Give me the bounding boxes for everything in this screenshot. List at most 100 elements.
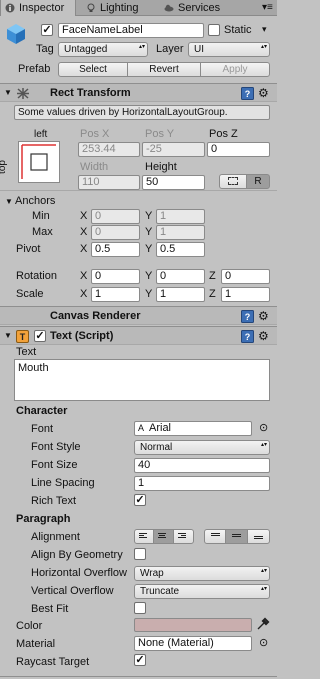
help-book-icon[interactable]: ? (241, 330, 254, 343)
font-field[interactable]: A Arial (134, 421, 252, 436)
rotation-label: Rotation (16, 270, 57, 282)
align-center-button[interactable] (154, 530, 174, 543)
gear-icon[interactable]: ⚙ (258, 86, 269, 100)
blueprint-mode-button[interactable] (219, 174, 247, 189)
prefab-apply-button[interactable]: Apply (200, 62, 270, 77)
eyedropper-icon[interactable] (256, 617, 270, 631)
tab-services[interactable]: Services (160, 0, 240, 16)
rotation-x-axis: X (80, 270, 88, 282)
rotation-y-axis: Y (145, 270, 153, 282)
text-component-icon: T (16, 330, 29, 343)
object-picker-icon[interactable]: ⊙ (259, 636, 268, 649)
anchor-presets-button[interactable] (18, 141, 60, 183)
font-asset-icon: A (138, 423, 145, 433)
object-name-input[interactable]: FaceNameLabel (58, 23, 204, 38)
rotation-x-field[interactable]: 0 (91, 269, 140, 284)
tab-inspector[interactable]: Inspector (0, 0, 76, 16)
scale-z-field[interactable]: 1 (221, 287, 270, 302)
gear-icon[interactable]: ⚙ (258, 309, 269, 323)
rotation-z-field[interactable]: 0 (221, 269, 270, 284)
tag-dropdown[interactable]: Untagged (58, 42, 148, 57)
anchors-foldout-icon[interactable]: ▼ (5, 197, 13, 206)
driven-note: Some values driven by HorizontalLayoutGr… (14, 105, 270, 120)
prefab-select-button[interactable]: Select (58, 62, 128, 77)
font-size-field[interactable]: 40 (134, 458, 270, 473)
pos-y-field[interactable]: -25 (142, 142, 205, 157)
rich-text-checkbox[interactable]: ✓ (134, 494, 146, 506)
canvas-renderer-header[interactable]: Canvas Renderer ? ⚙ (0, 306, 277, 325)
font-style-dropdown[interactable]: Normal (134, 440, 270, 455)
best-fit-checkbox[interactable] (134, 602, 146, 614)
anchor-min-y-field[interactable]: 1 (156, 209, 205, 224)
static-dropdown-icon[interactable]: ▾ (262, 22, 267, 36)
min-y-axis: Y (145, 210, 153, 222)
font-value: Arial (149, 422, 172, 434)
scale-y-field[interactable]: 1 (156, 287, 205, 302)
raycast-target-label: Raycast Target (16, 656, 90, 668)
tab-bar: Inspector Lighting Services ▾≡ (0, 0, 277, 16)
max-x-axis: X (80, 226, 88, 238)
lighting-icon (87, 3, 95, 12)
raycast-target-checkbox[interactable]: ✓ (134, 654, 146, 666)
scale-x-field[interactable]: 1 (91, 287, 140, 302)
prefab-revert-button[interactable]: Revert (127, 62, 201, 77)
rotation-y-field[interactable]: 0 (156, 269, 205, 284)
pos-x-field[interactable]: 253.44 (78, 142, 140, 157)
tab-lighting[interactable]: Lighting (82, 0, 158, 16)
material-field[interactable]: None (Material) (134, 636, 252, 651)
info-icon (5, 3, 15, 13)
text-content-area[interactable]: Mouth (14, 359, 270, 401)
anchor-max-y-field[interactable]: 1 (156, 225, 205, 240)
horizontal-overflow-dropdown[interactable]: Wrap (134, 566, 270, 581)
font-label: Font (31, 423, 54, 435)
active-checkbox[interactable]: ✓ (41, 24, 53, 36)
material-label: Material (16, 638, 56, 650)
svg-text:?: ? (245, 312, 251, 322)
width-field[interactable]: 110 (78, 175, 140, 190)
pos-y-label: Pos Y (145, 128, 175, 140)
alignment-label: Alignment (31, 531, 80, 543)
rect-transform-header[interactable]: ▼ Rect Transform ? ⚙ (0, 83, 277, 102)
scale-z-axis: Z (209, 288, 216, 300)
tab-menu-icon[interactable]: ▾≡ (262, 3, 274, 13)
rich-text-label: Rich Text (31, 495, 77, 507)
rect-transform-icon (17, 88, 29, 99)
horizontal-alignment-group[interactable] (134, 529, 194, 544)
horizontal-overflow-label: Horizontal Overflow (31, 567, 127, 579)
vertical-overflow-dropdown[interactable]: Truncate (134, 584, 270, 599)
raw-edit-button[interactable]: R (246, 174, 270, 189)
foldout-arrow-icon[interactable]: ▼ (4, 88, 12, 97)
align-bottom-button[interactable] (248, 530, 269, 543)
align-top-button[interactable] (205, 530, 227, 543)
pos-z-field[interactable]: 0 (207, 142, 270, 157)
foldout-arrow-icon[interactable]: ▼ (4, 331, 12, 340)
layer-dropdown[interactable]: UI (188, 42, 270, 57)
text-enabled-checkbox[interactable]: ✓ (34, 330, 46, 342)
anchor-max-label: Max (32, 226, 53, 238)
help-book-icon[interactable]: ? (241, 310, 254, 323)
height-field[interactable]: 50 (142, 175, 205, 190)
pivot-x-field[interactable]: 0.5 (91, 242, 140, 257)
pivot-x-axis: X (80, 243, 88, 255)
align-left-button[interactable] (135, 530, 155, 543)
paragraph-section-label: Paragraph (16, 513, 71, 525)
line-spacing-label: Line Spacing (31, 477, 95, 489)
tab-inspector-label: Inspector (19, 2, 65, 14)
align-middle-button[interactable] (226, 530, 248, 543)
pivot-y-field[interactable]: 0.5 (156, 242, 205, 257)
vertical-alignment-group[interactable] (204, 529, 270, 544)
anchor-preset-icon (21, 144, 56, 179)
align-right-button[interactable] (174, 530, 193, 543)
gear-icon[interactable]: ⚙ (258, 329, 269, 343)
static-label: Static (224, 24, 252, 36)
anchor-max-x-field[interactable]: 0 (91, 225, 140, 240)
text-script-header[interactable]: ▼ T ✓ Text (Script) ? ⚙ (0, 326, 277, 345)
object-picker-icon[interactable]: ⊙ (259, 421, 268, 434)
static-checkbox[interactable] (208, 24, 220, 36)
anchor-min-x-field[interactable]: 0 (91, 209, 140, 224)
color-swatch[interactable] (134, 618, 252, 632)
align-middle-icon (232, 534, 242, 541)
help-book-icon[interactable]: ? (241, 87, 254, 100)
align-by-geometry-checkbox[interactable] (134, 548, 146, 560)
line-spacing-field[interactable]: 1 (134, 476, 270, 491)
